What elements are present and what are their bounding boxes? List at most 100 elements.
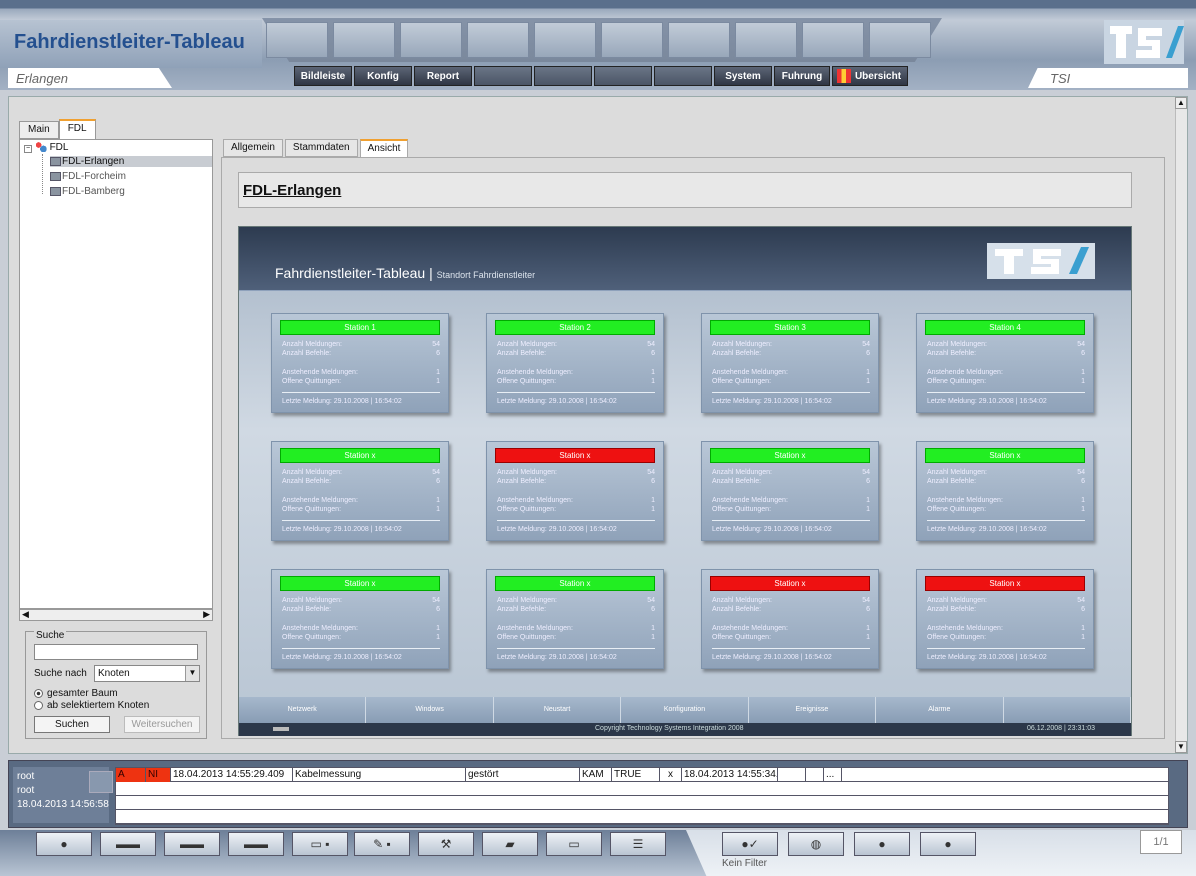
tools-button[interactable]: ⚒ [418, 832, 474, 856]
tree-guide-line [42, 154, 43, 194]
station-field-label: Offene Quittungen: [497, 378, 557, 385]
station-card[interactable]: Station x Anzahl Meldungen: 54 Anzahl Befeh… [271, 441, 449, 541]
station-field-label: Offene Quittungen: [927, 506, 987, 513]
station-card[interactable]: Station x Anzahl Meldungen: 54 Anzahl Befeh… [701, 569, 879, 669]
toolbar-blank-button[interactable] [534, 66, 592, 86]
table-row[interactable] [116, 810, 1168, 824]
station-field-label: Offene Quittungen: [497, 506, 557, 513]
station-anstehende-row: Anstehende Meldungen: 1 [712, 369, 870, 376]
station-anstehende-row: Anstehende Meldungen: 1 [497, 497, 655, 504]
search-by-select[interactable]: Knoten ▼ [94, 665, 200, 682]
filter-check-icon: ●✓ [741, 837, 759, 851]
preview-nav-ereignisse[interactable]: Ereignisse [748, 697, 877, 723]
station-field-value: 54 [1077, 469, 1085, 476]
preview-nav-konfiguration[interactable]: Konfiguration [621, 697, 749, 723]
toolbar-report-button[interactable]: Report [414, 66, 472, 86]
tree-root[interactable]: − FDL [24, 142, 68, 153]
station-befehle-row: Anzahl Befehle: 6 [712, 350, 870, 357]
station-card[interactable]: Station x Anzahl Meldungen: 54 Anzahl Befeh… [916, 441, 1094, 541]
station-card[interactable]: Station 4 Anzahl Meldungen: 54 Anzahl Befeh… [916, 313, 1094, 413]
layout-3-button[interactable]: ▬▬ [228, 832, 284, 856]
station-card[interactable]: Station x Anzahl Meldungen: 54 Anzahl Befeh… [271, 569, 449, 669]
tab-ansicht[interactable]: Ansicht [359, 139, 409, 157]
preview-nav-windows[interactable]: Windows [366, 697, 494, 723]
radio-from-selected[interactable]: ab selektiertem Knoten [34, 700, 149, 711]
keyboard-button[interactable]: ▭ [546, 832, 602, 856]
preview-nav-alarme[interactable]: Alarme [876, 697, 1004, 723]
scroll-left-icon[interactable]: ◀ [22, 609, 29, 620]
station-field-value: 54 [862, 341, 870, 348]
toolbar-system-button[interactable]: System [714, 66, 772, 86]
station-offene-row: Offene Quittungen: 1 [497, 634, 655, 641]
search-input[interactable] [34, 644, 198, 660]
station-field-label: Anstehende Meldungen: [497, 497, 573, 504]
page-counter: 1/1 [1140, 830, 1182, 854]
event-flag-cell: TRUE [612, 768, 660, 782]
scroll-right-icon[interactable]: ▶ [203, 609, 210, 620]
globe-button[interactable]: ◍ [788, 832, 844, 856]
search-by-label: Suche nach [34, 668, 87, 679]
station-card[interactable]: Station x Anzahl Meldungen: 54 Anzahl Befeh… [486, 441, 664, 541]
station-card[interactable]: Station x Anzahl Meldungen: 54 Anzahl Befeh… [916, 569, 1094, 669]
toolbar-fuhrung-button[interactable]: Fuhrung [774, 66, 830, 86]
layout-icon: ▬▬ [180, 837, 204, 851]
filter-button[interactable]: ●✓ [722, 832, 778, 856]
preview-nav-netzwerk[interactable]: Netzwerk [239, 697, 367, 723]
chevron-down-icon[interactable]: ▼ [185, 666, 199, 681]
station-icon [50, 171, 61, 181]
station-card[interactable]: Station x Anzahl Meldungen: 54 Anzahl Befeh… [701, 441, 879, 541]
layout-2-button[interactable]: ▬▬ [164, 832, 220, 856]
toolbar-blank-button[interactable] [654, 66, 712, 86]
vertical-scrollbar[interactable]: ▲ ▼ [1175, 97, 1187, 753]
info-button[interactable]: ● [36, 832, 92, 856]
table-row[interactable] [116, 782, 1168, 796]
tree-horizontal-scrollbar[interactable]: ◀ ▶ [19, 609, 213, 621]
tree-item-fdl-bamberg[interactable]: FDL-Bamberg [50, 186, 125, 197]
edit-button[interactable]: ✎ ▪ [354, 832, 410, 856]
station-card[interactable]: Station x Anzahl Meldungen: 54 Anzahl Befeh… [486, 569, 664, 669]
station-meldungen-row: Anzahl Meldungen: 54 [927, 469, 1085, 476]
toolbar-bildleiste-button[interactable]: Bildleiste [294, 66, 352, 86]
toolbar-blank-button[interactable] [594, 66, 652, 86]
toolbar-konfig-button[interactable]: Konfig [354, 66, 412, 86]
window-button[interactable]: ▭ ▪ [292, 832, 348, 856]
tsi-logo-icon [987, 243, 1095, 279]
preview-copyright: Copyright Technology Systems Integration… [595, 725, 744, 732]
search-button[interactable]: Suchen [34, 716, 110, 733]
tab-stammdaten[interactable]: Stammdaten [284, 139, 358, 157]
station-field-label: Anstehende Meldungen: [927, 497, 1003, 504]
toolbar-ubersicht-button[interactable]: Ubersicht [832, 66, 908, 86]
table-row[interactable] [116, 796, 1168, 810]
panel-button[interactable]: ☰ [610, 832, 666, 856]
preview-nav-neustart[interactable]: Neustart [493, 697, 622, 723]
continue-search-button[interactable]: Weitersuchen [124, 716, 200, 733]
tab-allgemein[interactable]: Allgemein [223, 139, 283, 157]
toolbar-blank-button[interactable] [474, 66, 532, 86]
tab-fdl[interactable]: FDL [58, 119, 96, 139]
layout-1-button[interactable]: ▬▬ [100, 832, 156, 856]
station-status-header: Station x [280, 576, 440, 591]
station-card[interactable]: Station 3 Anzahl Meldungen: 54 Anzahl Befeh… [701, 313, 879, 413]
tab-main[interactable]: Main [19, 121, 59, 139]
table-row[interactable]: A NI 18.04.2013 14:55:29.409 Kabelmessun… [116, 768, 1168, 782]
panel-icon: ☰ [632, 837, 644, 851]
station-field-value: 6 [651, 606, 655, 613]
station-befehle-row: Anzahl Befehle: 6 [712, 478, 870, 485]
tree-item-fdl-forcheim[interactable]: FDL-Forcheim [50, 171, 126, 182]
expand-collapse-icon[interactable]: − [24, 145, 32, 153]
scroll-down-icon[interactable]: ▼ [1175, 741, 1187, 753]
station-befehle-row: Anzahl Befehle: 6 [497, 606, 655, 613]
radio-whole-tree[interactable]: gesamter Baum [34, 688, 118, 699]
station-field-value: 1 [866, 497, 870, 504]
station-last-message: Letzte Meldung: 29.10.2008 | 16:54:02 [282, 398, 440, 405]
station-field-label: Anzahl Meldungen: [712, 469, 772, 476]
station-card[interactable]: Station 2 Anzahl Meldungen: 54 Anzahl Befeh… [486, 313, 664, 413]
station-last-message-text: Letzte Meldung: 29.10.2008 | 16:54:02 [712, 654, 832, 661]
tree-item-fdl-erlangen[interactable]: FDL-Erlangen [50, 156, 212, 167]
warning-button[interactable]: ● [920, 832, 976, 856]
alert-button[interactable]: ● [854, 832, 910, 856]
station-card[interactable]: Station 1 Anzahl Meldungen: 54 Anzahl Befeh… [271, 313, 449, 413]
preview-nav-blank[interactable] [1003, 697, 1131, 723]
scroll-up-icon[interactable]: ▲ [1175, 97, 1187, 109]
folder-button[interactable]: ▰ [482, 832, 538, 856]
